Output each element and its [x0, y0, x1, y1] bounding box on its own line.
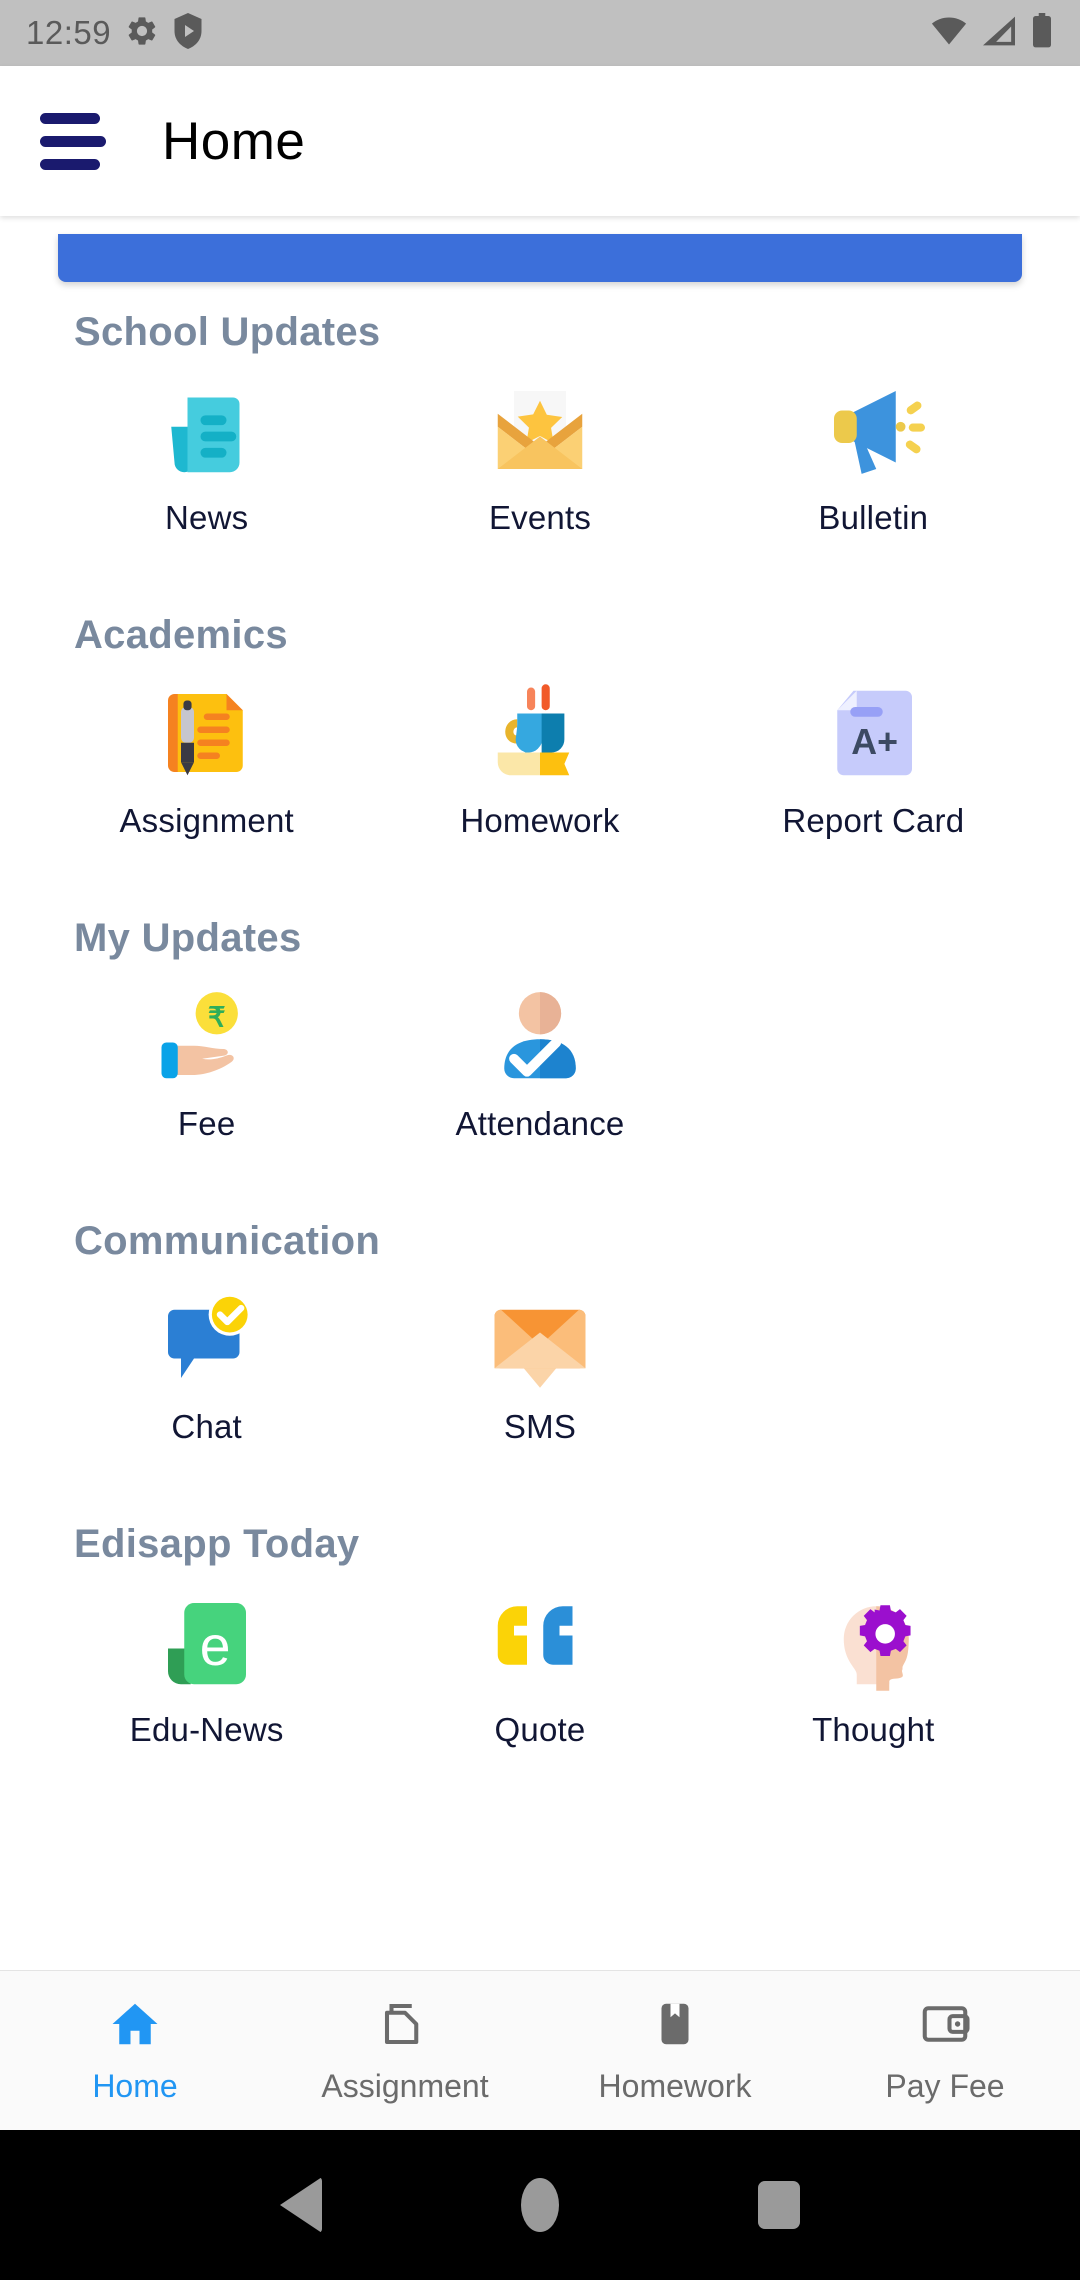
- tile-empty: [707, 1286, 1040, 1446]
- home-circle-icon[interactable]: [520, 2178, 559, 2232]
- wallet-icon: [918, 1997, 972, 2056]
- status-bar-left: 12:59: [26, 12, 203, 54]
- tile-homework[interactable]: Homework: [373, 680, 706, 840]
- section-communication: Communication Chat SMS: [0, 1219, 1080, 1446]
- cup-book-icon: [488, 680, 592, 786]
- gear-icon: [125, 14, 159, 53]
- section-title: Academics: [74, 613, 288, 657]
- nav-label: Assignment: [321, 2067, 489, 2104]
- hamburger-line: [40, 112, 100, 124]
- promo-banner-container: [0, 234, 1080, 282]
- promo-banner-card[interactable]: [58, 234, 1022, 282]
- report-card-a-plus-icon: A+: [821, 680, 925, 786]
- tile-bulletin[interactable]: Bulletin: [707, 377, 1040, 537]
- section-title: Edisapp Today: [74, 1522, 360, 1566]
- tile-label: Thought: [812, 1711, 935, 1748]
- svg-text:e: e: [199, 1615, 230, 1677]
- person-check-icon: [488, 983, 592, 1089]
- status-bar-right: [930, 12, 1054, 54]
- section-edisapp-today: Edisapp Today e Edu-News Quote Thought: [0, 1522, 1080, 1749]
- tile-label: News: [165, 499, 249, 536]
- nav-label: Home: [92, 2067, 178, 2104]
- tile-news[interactable]: News: [40, 377, 373, 537]
- copy-documents-icon: [378, 1997, 432, 2056]
- section-school-updates: School Updates News Events Bulletin: [0, 310, 1080, 537]
- hand-rupee-coin-icon: ₹: [155, 983, 259, 1089]
- tile-sms[interactable]: SMS: [373, 1286, 706, 1446]
- nav-item-assignment[interactable]: Assignment: [270, 1997, 540, 2105]
- svg-text:A+: A+: [852, 722, 899, 762]
- nav-label: Pay Fee: [885, 2067, 1005, 2104]
- news-document-icon: [155, 377, 259, 483]
- notepad-pen-icon: [155, 680, 259, 786]
- tile-events[interactable]: Events: [373, 377, 706, 537]
- tile-assignment[interactable]: Assignment: [40, 680, 373, 840]
- page-title: Home: [162, 111, 306, 171]
- section-my-updates: My Updates ₹ Fee Attendance: [0, 916, 1080, 1143]
- scroll-content[interactable]: School Updates News Events Bulletin Acad…: [0, 216, 1080, 1970]
- tile-label: Fee: [177, 1105, 236, 1142]
- tile-attendance[interactable]: Attendance: [373, 983, 706, 1143]
- back-triangle-icon[interactable]: [279, 2177, 322, 2233]
- tile-grid: Assignment Homework A+ Report Card: [0, 680, 1080, 840]
- status-bar: 12:59: [0, 0, 1080, 66]
- cell-signal-icon: [981, 15, 1017, 52]
- tile-edu-news[interactable]: e Edu-News: [40, 1589, 373, 1749]
- tile-label: Chat: [171, 1408, 242, 1445]
- green-e-icon: e: [155, 1589, 259, 1695]
- tile-label: Quote: [494, 1711, 586, 1748]
- section-title: My Updates: [74, 916, 302, 960]
- phone-screen: 12:59 Home School Updates News Events Bu…: [0, 0, 1080, 2280]
- section-academics: Academics Assignment Homework A+ Report …: [0, 613, 1080, 840]
- tile-grid: News Events Bulletin: [0, 377, 1080, 537]
- hamburger-line: [40, 158, 100, 170]
- tile-label: Edu-News: [129, 1711, 284, 1748]
- head-gear-icon: [821, 1589, 925, 1695]
- bottom-navigation-bar: Home Assignment Homework Pay Fee: [0, 1970, 1080, 2130]
- tile-grid: e Edu-News Quote Thought: [0, 1589, 1080, 1749]
- tile-label: Assignment: [119, 802, 294, 839]
- envelope-star-icon: [488, 377, 592, 483]
- tile-label: Attendance: [455, 1105, 625, 1142]
- app-bar: Home: [0, 66, 1080, 216]
- orange-envelope-icon: [488, 1286, 592, 1392]
- hamburger-menu-icon[interactable]: [40, 112, 106, 170]
- home-icon: [108, 1997, 162, 2056]
- nav-item-home[interactable]: Home: [0, 1997, 270, 2105]
- nav-label: Homework: [598, 2067, 752, 2104]
- battery-icon: [1030, 12, 1054, 54]
- nav-item-homework[interactable]: Homework: [540, 1997, 810, 2105]
- tile-label: SMS: [503, 1408, 577, 1445]
- tile-empty: [707, 983, 1040, 1143]
- tile-thought[interactable]: Thought: [707, 1589, 1040, 1749]
- tile-grid: ₹ Fee Attendance: [0, 983, 1080, 1143]
- tile-label: Report Card: [782, 802, 965, 839]
- shield-play-icon: [173, 12, 203, 54]
- recents-square-icon[interactable]: [758, 2181, 801, 2229]
- quotation-marks-icon: [488, 1589, 592, 1695]
- tile-report-card[interactable]: A+ Report Card: [707, 680, 1040, 840]
- android-navigation-bar: [0, 2130, 1080, 2280]
- chat-bubble-check-icon: [155, 1286, 259, 1392]
- section-title: School Updates: [74, 310, 381, 354]
- tile-fee[interactable]: ₹ Fee: [40, 983, 373, 1143]
- wifi-icon: [930, 16, 968, 51]
- tile-grid: Chat SMS: [0, 1286, 1080, 1446]
- status-bar-clock: 12:59: [26, 14, 112, 51]
- tile-chat[interactable]: Chat: [40, 1286, 373, 1446]
- svg-text:₹: ₹: [208, 1001, 226, 1032]
- tile-label: Bulletin: [818, 499, 929, 536]
- book-bookmark-icon: [648, 1997, 702, 2056]
- nav-item-pay-fee[interactable]: Pay Fee: [810, 1997, 1080, 2105]
- tile-label: Events: [488, 499, 592, 536]
- hamburger-line: [40, 135, 106, 147]
- tile-label: Homework: [460, 802, 620, 839]
- megaphone-icon: [821, 377, 926, 483]
- tile-quote[interactable]: Quote: [373, 1589, 706, 1749]
- section-title: Communication: [74, 1219, 381, 1263]
